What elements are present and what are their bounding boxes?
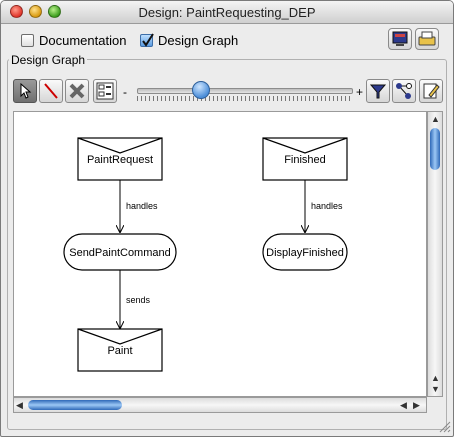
design-window: Design: PaintRequesting_DEP Documentatio… [0, 0, 454, 437]
design-graph-group-label: Design Graph [9, 53, 88, 67]
filter-button[interactable] [366, 79, 390, 103]
edit-pencil-icon [423, 83, 440, 99]
draw-line-icon [44, 83, 58, 99]
scroll-up-arrow-icon[interactable]: ▲ [431, 114, 440, 124]
horizontal-scroll-thumb[interactable] [28, 400, 122, 410]
layout-icon [96, 82, 114, 100]
node-label-finished: Finished [284, 154, 326, 166]
edge-label-handles-1: handles [126, 201, 158, 211]
resize-grip-icon[interactable] [437, 419, 451, 433]
draw-line-tool-button[interactable] [39, 79, 63, 103]
scroll-up-arrow-icon-2[interactable]: ▲ [431, 373, 440, 383]
zoom-slider-track[interactable] [137, 88, 353, 94]
horizontal-scrollbar[interactable]: ◀ ◀ ▶ [13, 397, 427, 413]
node-display-finished[interactable]: DisplayFinished [262, 233, 348, 271]
checkmark-icon [142, 32, 154, 47]
design-graph-label: Design Graph [158, 32, 239, 48]
design-graph-diagram: PaintRequest handles SendPaintCommand se… [63, 137, 348, 372]
zoom-slider-ticks [137, 96, 353, 101]
print-button[interactable] [415, 28, 439, 50]
documentation-label: Documentation [39, 32, 127, 48]
node-label-paint: Paint [107, 345, 132, 357]
select-tool-button[interactable] [13, 79, 37, 103]
filter-funnel-icon [369, 84, 387, 99]
graph-nodes-icon [396, 83, 412, 99]
edge-label-handles-2: handles [311, 201, 343, 211]
edit-button[interactable] [419, 79, 443, 103]
select-arrow-icon [20, 82, 32, 99]
scroll-left-arrow-icon[interactable]: ◀ [16, 400, 23, 410]
layout-tool-button[interactable] [93, 79, 117, 103]
title-bar[interactable]: Design: PaintRequesting_DEP [1, 1, 453, 24]
monitor-save-icon [392, 31, 408, 46]
edge-label-sends: sends [126, 295, 151, 305]
delete-x-icon [69, 83, 85, 99]
graph-layout-button[interactable] [392, 79, 416, 103]
zoom-in-label: + [356, 85, 364, 99]
documentation-checkbox[interactable]: Documentation [21, 31, 126, 49]
design-graph-checkbox-box[interactable] [140, 32, 154, 47]
scroll-left-arrow-icon-2[interactable]: ◀ [400, 400, 407, 410]
node-paint-request[interactable]: PaintRequest [77, 137, 163, 181]
scroll-down-arrow-icon[interactable]: ▼ [431, 384, 440, 394]
node-label-display-finished: DisplayFinished [266, 247, 344, 259]
graph-canvas[interactable]: PaintRequest handles SendPaintCommand se… [13, 111, 427, 397]
scroll-right-arrow-icon[interactable]: ▶ [413, 400, 420, 410]
design-graph-checkbox[interactable]: Design Graph [140, 31, 238, 49]
node-send-paint-command[interactable]: SendPaintCommand [63, 233, 177, 271]
vertical-scrollbar[interactable]: ▲ ▲ ▼ [427, 111, 443, 397]
node-finished[interactable]: Finished [262, 137, 348, 181]
documentation-checkbox-box[interactable] [21, 33, 34, 47]
node-label-paint-request: PaintRequest [87, 154, 153, 166]
window-title: Design: PaintRequesting_DEP [138, 5, 316, 20]
printer-icon [418, 31, 436, 46]
save-image-button[interactable] [388, 28, 412, 50]
vertical-scroll-thumb[interactable] [430, 128, 440, 170]
node-paint[interactable]: Paint [77, 328, 163, 372]
node-label-send-paint-command: SendPaintCommand [69, 247, 171, 259]
delete-tool-button[interactable] [65, 79, 89, 103]
zoom-out-label: - [123, 85, 127, 99]
